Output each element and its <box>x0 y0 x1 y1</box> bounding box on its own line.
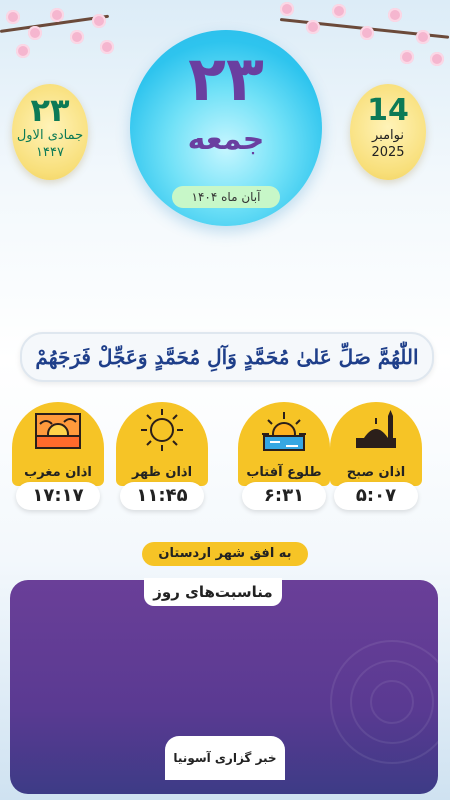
prayer-name: طلوع آفتاب <box>246 465 322 480</box>
gregorian-day-number: 14 <box>367 93 409 128</box>
prayer-time: ۱۱:۴۵ <box>120 482 204 510</box>
salawat-calligraphy: اللّٰهُمَّ صَلِّ عَلیٰ مُحَمَّدٍ وَآلِ م… <box>20 332 434 382</box>
prayer-time: ۱۷:۱۷ <box>16 482 100 510</box>
sunrise-icon <box>262 412 306 451</box>
gregorian-month: نوامبر <box>371 128 404 143</box>
solar-day-number: ۲۳ <box>188 42 264 115</box>
prayer-time: ۶:۳۱ <box>242 482 326 510</box>
prayer-dhuhr: اذان ظهر ۱۱:۴۵ <box>116 402 208 510</box>
solar-month-year: آبان ماه ۱۴۰۴ <box>172 186 280 208</box>
news-agency-label: خبر گزاری آسونیا <box>165 736 285 780</box>
prayer-maghrib: اذان مغرب ۱۷:۱۷ <box>12 402 104 510</box>
prayer-name: اذان ظهر <box>131 465 193 480</box>
weekday-label: جمعه <box>187 122 265 157</box>
blossom-left-decoration <box>0 0 120 70</box>
gregorian-year: 2025 <box>371 145 405 160</box>
prayer-sunrise: طلوع آفتاب ۶:۳۱ <box>238 402 330 510</box>
prayer-fajr: اذان صبح ۵:۰۷ <box>330 402 422 510</box>
hijri-date-badge: ۲۳ جمادی الاول ۱۴۴۷ <box>12 84 88 180</box>
hijri-month: جمادی الاول <box>16 128 84 143</box>
occasions-title: مناسبت‌های روز <box>144 578 282 606</box>
calendar-page: ۲۳ جمعه آبان ماه ۱۴۰۴ ۲۳ جمادی الاول ۱۴۴… <box>0 0 450 800</box>
hijri-year: ۱۴۴۷ <box>36 145 64 160</box>
prayer-name: اذان صبح <box>346 465 406 480</box>
hijri-day-number: ۲۳ <box>30 91 70 129</box>
sunset-icon <box>35 413 81 449</box>
solar-date-badge: ۲۳ جمعه آبان ماه ۱۴۰۴ <box>130 30 322 226</box>
horizon-label: به افق شهر اردستان <box>142 542 308 566</box>
prayer-name: اذان مغرب <box>24 465 92 480</box>
gregorian-date-badge: 14 نوامبر 2025 <box>350 84 426 180</box>
prayer-time: ۵:۰۷ <box>334 482 418 510</box>
sun-icon <box>141 409 183 451</box>
mosque-icon <box>356 410 396 448</box>
